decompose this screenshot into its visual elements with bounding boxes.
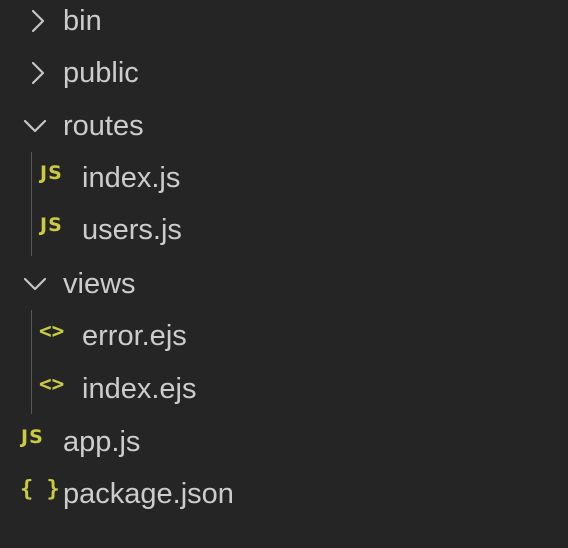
tree-item-routes[interactable]: routes xyxy=(0,100,568,152)
tree-item-label: routes xyxy=(63,110,144,142)
tree-item-package-json[interactable]: { } package.json xyxy=(0,468,568,520)
tree-item-views-index-ejs[interactable]: <> index.ejs xyxy=(0,363,568,415)
file-explorer-tree: bin public routes JS index.js JS users.j… xyxy=(0,0,568,548)
tree-item-routes-index-js[interactable]: JS index.js xyxy=(0,152,568,204)
js-file-icon: JS xyxy=(40,162,63,184)
chevron-right-icon xyxy=(26,0,56,47)
tree-item-bin[interactable]: bin xyxy=(0,0,568,47)
json-file-icon: { } xyxy=(20,476,60,502)
chevron-right-icon xyxy=(26,47,56,99)
tree-item-label: error.ejs xyxy=(82,320,187,352)
tree-item-label: index.ejs xyxy=(82,373,197,405)
tree-item-routes-users-js[interactable]: JS users.js xyxy=(0,204,568,256)
tree-item-label: views xyxy=(63,268,136,300)
tree-item-label: bin xyxy=(63,5,102,37)
tree-item-label: index.js xyxy=(82,162,181,194)
js-file-icon: JS xyxy=(21,426,44,448)
tree-item-label: public xyxy=(63,57,139,89)
ejs-file-icon: <> xyxy=(39,319,65,343)
tree-item-public[interactable]: public xyxy=(0,47,568,99)
tree-item-label: app.js xyxy=(63,426,141,458)
tree-item-label: package.json xyxy=(63,478,234,510)
js-file-icon: JS xyxy=(40,214,63,236)
tree-item-app-js[interactable]: JS app.js xyxy=(0,416,568,468)
chevron-down-icon xyxy=(20,258,50,310)
ejs-file-icon: <> xyxy=(39,372,65,396)
tree-item-views[interactable]: views xyxy=(0,258,568,310)
chevron-down-icon xyxy=(20,100,50,152)
tree-item-label: users.js xyxy=(82,214,182,246)
tree-item-views-error-ejs[interactable]: <> error.ejs xyxy=(0,310,568,362)
